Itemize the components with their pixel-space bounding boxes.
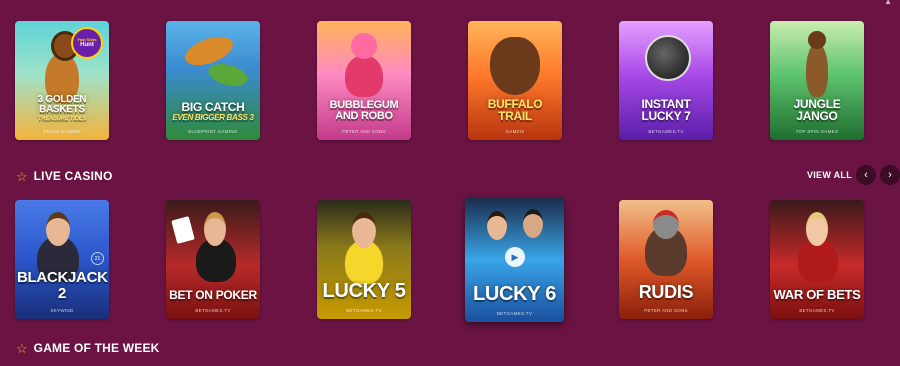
game-tile-big-catch[interactable]: Big Catch Even Bigger Bass 3 Blueprint Ga…	[166, 21, 260, 140]
fast-slots-hunt-badge: Fast Slots Hunt	[71, 27, 103, 59]
game-provider: Peter and Sons	[342, 129, 386, 134]
chevron-right-icon: ›	[888, 169, 892, 181]
game-title: Jungle Jango	[793, 96, 841, 123]
prev-button[interactable]: ‹	[856, 165, 876, 185]
game-tile-lucky-6[interactable]: ▶ Lucky 6 Betgames.tv	[465, 197, 564, 322]
dealer-head	[204, 212, 226, 246]
dealer-head	[46, 212, 70, 246]
game-tile-bubblegum-and-robo[interactable]: Bubblegum and Robo Peter and Sons	[317, 21, 411, 140]
lottery-globe	[645, 35, 691, 81]
game-provider: Gamzix	[505, 129, 525, 134]
live-games-row: 21 Blackjack 2 Skywind Bet on Poker Betg…	[0, 197, 900, 322]
game-title: Blackjack 2	[17, 269, 108, 302]
live-casino-header: ☆ LIVE CASINO	[16, 167, 113, 185]
host-head-2	[523, 209, 543, 238]
game-title: Rudis	[638, 281, 694, 302]
game-tile-jungle-jango[interactable]: Jungle Jango Top Spin Games	[770, 21, 864, 140]
scroll-up-icon[interactable]: ▲	[884, 0, 892, 6]
game-tile-instant-lucky-7[interactable]: Instant Lucky 7 Betgames.tv	[619, 21, 713, 140]
character-head	[808, 31, 826, 49]
character-head	[351, 33, 377, 59]
character-figure	[806, 43, 828, 97]
chevron-left-icon: ‹	[864, 169, 868, 181]
next-button[interactable]: ›	[880, 165, 900, 185]
game-tile-rudis[interactable]: Rudis Peter and Sons	[619, 200, 713, 319]
game-provider: Betgames.tv	[799, 308, 835, 313]
game-tile-blackjack-2[interactable]: 21 Blackjack 2 Skywind	[15, 200, 109, 319]
host-head	[352, 212, 376, 248]
game-title: Big Catch Even Bigger Bass 3	[172, 99, 254, 122]
game-title: Bubblegum and Robo	[329, 98, 399, 122]
gladiator-helmet	[653, 210, 679, 239]
game-of-the-week-header: ☆ GAME OF THE WEEK	[16, 339, 160, 357]
view-all-link[interactable]: VIEW ALL	[807, 170, 852, 180]
game-tile-buffalo-trail[interactable]: Buffalo Trail Gamzix	[468, 21, 562, 140]
game-provider: Top Spin Games	[795, 129, 839, 134]
game-tile-war-of-bets[interactable]: War of Bets Betgames.tv	[770, 200, 864, 319]
game-title: War of Bets	[773, 286, 861, 302]
game-tile-3-golden-baskets[interactable]: Fast Slots Hunt 3 Golden Baskets Treasure …	[15, 21, 109, 140]
game-provider: Skywind	[50, 308, 74, 313]
game-provider: Blueprint Gaming	[188, 129, 238, 134]
game-title: Lucky 5	[322, 279, 406, 302]
game-provider: Betgames.tv	[496, 311, 533, 316]
blackjack-21-icon: 21	[91, 252, 104, 265]
game-tile-lucky-5[interactable]: Lucky 5 Betgames.tv	[317, 200, 411, 319]
game-provider: Betgames.tv	[346, 308, 382, 313]
host-head	[487, 211, 507, 240]
character-figure	[345, 55, 383, 97]
buffalo-figure	[490, 37, 540, 95]
game-provider: Relax Gaming	[43, 129, 81, 134]
game-title: Buffalo Trail	[487, 96, 543, 123]
game-provider: Betgames.tv	[648, 129, 684, 134]
section-title: LIVE CASINO	[33, 169, 113, 183]
game-title: 3 Golden Baskets Treasure Tides	[37, 93, 87, 122]
game-title: Bet on Poker	[169, 287, 257, 302]
game-title: Lucky 6	[472, 282, 557, 305]
top-games-row: Fast Slots Hunt 3 Golden Baskets Treasure …	[0, 21, 900, 141]
game-provider: Peter and Sons	[644, 308, 688, 313]
section-title: GAME OF THE WEEK	[33, 341, 160, 355]
game-tile-bet-on-poker[interactable]: Bet on Poker Betgames.tv	[166, 200, 260, 319]
dealer-head	[806, 212, 828, 246]
game-provider: Betgames.tv	[195, 308, 231, 313]
game-title: Instant Lucky 7	[641, 96, 691, 123]
star-icon: ☆	[16, 340, 28, 356]
star-icon: ☆	[16, 168, 28, 184]
play-icon[interactable]: ▶	[505, 247, 525, 267]
